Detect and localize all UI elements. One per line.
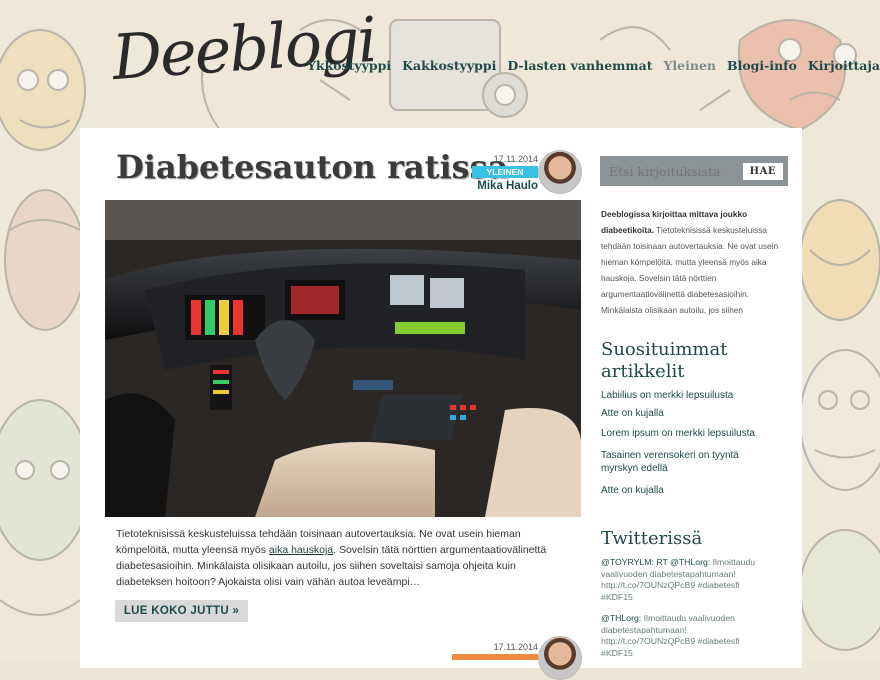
next-post-meta: 17.11.2014	[452, 642, 538, 660]
popular-item[interactable]: Tasainen verensokeri on tyyntä myrskyn e…	[601, 449, 751, 475]
next-post-author-avatar[interactable]	[538, 636, 582, 680]
popular-item[interactable]: Labiilius on merkki lepsuilusta	[601, 390, 761, 401]
search-input[interactable]	[600, 162, 741, 180]
tweet: @TOYRYLM: RT @THLorg: Ilmoittaudu vaaliv…	[601, 557, 761, 603]
next-post-category-badge[interactable]	[452, 654, 538, 660]
nav-item-kirjoittajat[interactable]: Kirjoittajat	[808, 58, 880, 73]
nav-item-ykkostyyppi[interactable]: Ykköstyyppi	[307, 58, 391, 73]
next-post-date: 17.11.2014	[493, 642, 538, 652]
search-button[interactable]: HAE	[742, 162, 783, 180]
post-excerpt: Tietoteknisissä keskusteluissa tehdään t…	[116, 526, 556, 590]
nav-item-blogi-info[interactable]: Blogi-info	[727, 58, 797, 73]
main-nav: Ykköstyyppi Kakkostyyppi D-lasten vanhem…	[307, 58, 880, 73]
popular-link[interactable]: Tasainen verensokeri on tyyntä myrskyn e…	[601, 450, 739, 474]
nav-item-kakkostyyppi[interactable]: Kakkostyyppi	[402, 58, 496, 73]
twitter-heading: Twitterissä	[601, 528, 703, 549]
popular-link[interactable]: Lorem ipsum on merkki lepsuilusta	[601, 428, 755, 439]
nav-item-yleinen[interactable]: Yleinen	[664, 58, 717, 73]
popular-link[interactable]: Atte on kujalla	[601, 485, 664, 496]
popular-item[interactable]: Lorem ipsum on merkki lepsuilusta	[601, 428, 761, 439]
site-logo[interactable]: Deeblogi	[108, 2, 378, 142]
intro-text: Tietoteknisissä keskusteluissa tehdään t…	[601, 225, 779, 315]
popular-item[interactable]: Atte on kujalla	[601, 408, 761, 419]
popular-heading: Suosituimmat artikkelit	[601, 339, 728, 382]
content-panel: Diabetesauton ratissa 17.11.2014 YLEINEN…	[80, 128, 802, 680]
tweet-handle[interactable]: @TOYRYLM: RT @THLorg:	[601, 557, 710, 567]
blog-intro: Deeblogissa kirjoittaa mittava joukko di…	[601, 206, 787, 318]
popular-link[interactable]: Labiilius on merkki lepsuilusta	[601, 390, 733, 401]
category-badge[interactable]: YLEINEN	[472, 166, 538, 178]
nav-item-d-lasten-vanhemmat[interactable]: D-lasten vanhemmat	[507, 58, 652, 73]
tweet: @THLorg: Ilmoittaudu vaalivuoden diabete…	[601, 613, 761, 659]
popular-item[interactable]: Atte on kujalla	[601, 485, 761, 496]
post-date: 17.11.2014	[493, 154, 538, 164]
post-meta: 17.11.2014 YLEINEN Mika Haulo	[472, 154, 538, 192]
author-avatar[interactable]	[538, 150, 582, 194]
tweet-handle[interactable]: @THLorg:	[601, 613, 641, 623]
post-hero-image[interactable]	[105, 200, 581, 517]
car-dashboard-image	[105, 200, 581, 517]
post-title[interactable]: Diabetesauton ratissa	[116, 148, 508, 186]
excerpt-link[interactable]: aika hauskoja	[269, 544, 333, 556]
author-name[interactable]: Mika Haulo	[472, 180, 538, 192]
popular-link[interactable]: Atte on kujalla	[601, 408, 664, 419]
read-more-button[interactable]: LUE KOKO JUTTU »	[115, 600, 248, 622]
search-box: HAE	[600, 156, 788, 186]
